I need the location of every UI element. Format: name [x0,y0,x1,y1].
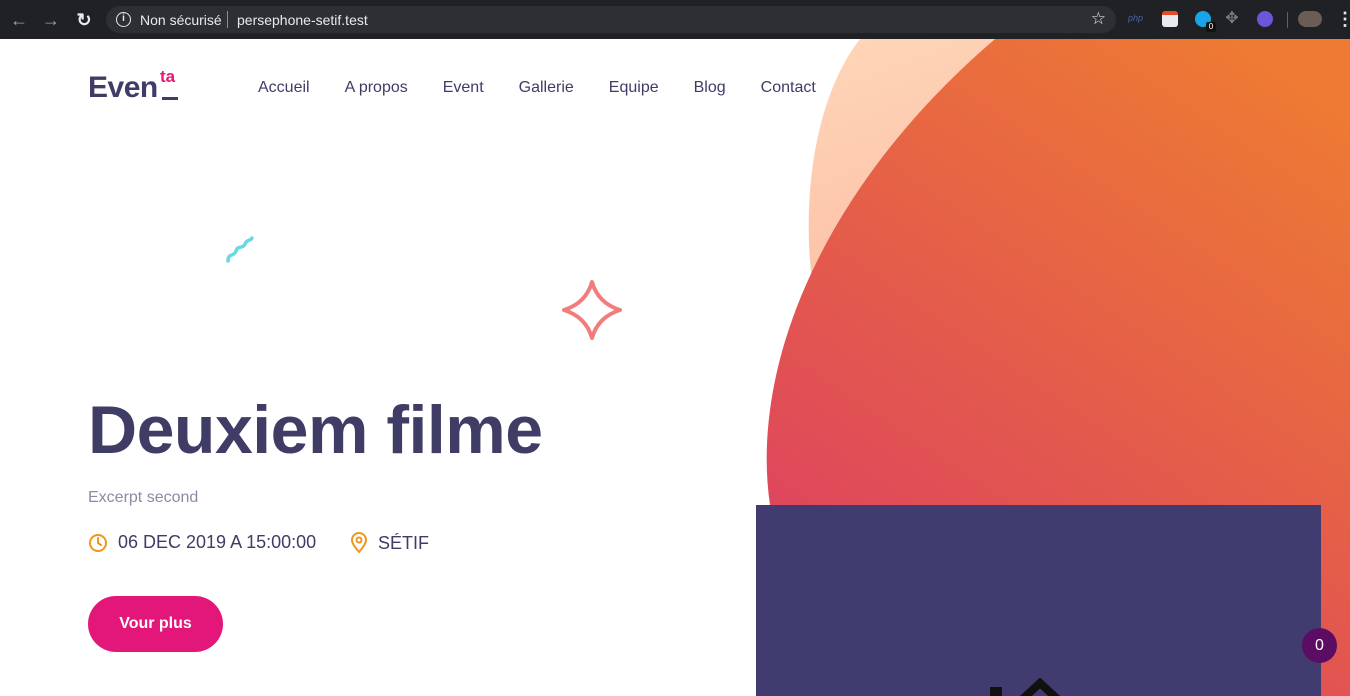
move-extension-icon[interactable]: ✥ [1224,11,1240,27]
play-logo-icon [990,677,1060,696]
location-pin-icon [351,532,367,553]
site-logo[interactable]: Even ta [88,67,178,105]
video-panel[interactable] [756,505,1321,696]
badge-extension-icon[interactable]: 0 [1195,11,1216,32]
logo-underline [162,97,178,100]
nav-item-blog[interactable]: Blog [694,79,726,97]
browser-toolbar: ← → ↻ i Non sécurisé persephone-setif.te… [0,0,1350,39]
hero-title: Deuxiem filme [88,392,543,468]
forward-icon[interactable]: → [41,10,61,30]
nav-item-accueil[interactable]: Accueil [258,79,310,97]
nav-item-contact[interactable]: Contact [761,79,816,97]
purple-extension-icon[interactable] [1257,11,1273,27]
back-icon[interactable]: ← [9,10,29,30]
browser-menu-icon[interactable]: ⋮ [1336,9,1350,29]
event-date-text: 06 DEC 2019 A 15:00:00 [118,532,317,552]
url-text[interactable]: persephone-setif.test [237,12,368,28]
security-label[interactable]: Non sécurisé [140,12,222,28]
cart-count-badge[interactable]: 0 [1302,628,1337,663]
logo-superscript: ta [160,67,176,86]
nav-item-gallerie[interactable]: Gallerie [519,79,574,97]
squiggle-decoration [226,236,254,263]
page-viewport: Even ta Accueil A propos Event Gallerie … [0,39,1350,696]
event-location-text: SÉTIF [378,532,430,553]
main-nav: Accueil A propos Event Gallerie Equipe B… [258,79,851,97]
hero-excerpt: Excerpt second [88,489,199,506]
reload-icon[interactable]: ↻ [74,10,94,30]
address-bar[interactable]: i Non sécurisé persephone-setif.test ☆ [106,6,1116,33]
extension-badge-count: 0 [1206,22,1216,32]
profile-avatar[interactable] [1298,11,1322,27]
event-location: SÉTIF [350,532,429,554]
toolbar-divider [1287,12,1288,28]
bookmark-star-icon[interactable]: ☆ [1091,9,1106,29]
info-icon[interactable]: i [116,12,131,27]
nav-item-event[interactable]: Event [443,79,484,97]
logo-text: Even [88,71,158,104]
calendar-extension-icon[interactable] [1162,11,1178,27]
php-extension-icon[interactable]: php [1128,13,1148,29]
star-decoration [562,280,622,340]
clock-icon [89,533,107,552]
address-divider [227,11,228,28]
nav-item-equipe[interactable]: Equipe [609,79,659,97]
voir-plus-button[interactable]: Vour plus [88,596,223,652]
event-date: 06 DEC 2019 A 15:00:00 [88,532,316,553]
nav-item-a-propos[interactable]: A propos [345,79,408,97]
